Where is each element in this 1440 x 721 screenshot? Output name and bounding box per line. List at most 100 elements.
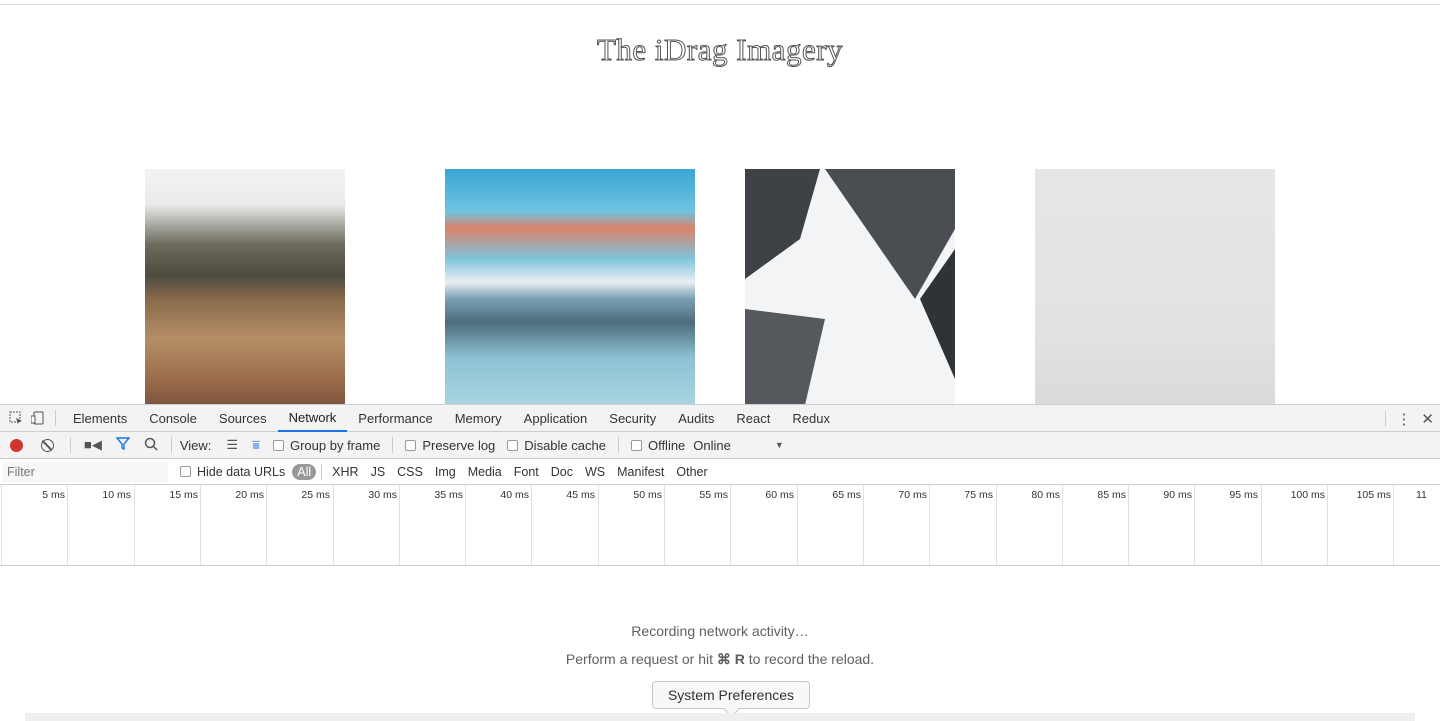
reload-hint: Perform a request or hit ⌘ R to record t… — [0, 651, 1440, 668]
tab-network[interactable]: Network — [277, 405, 348, 432]
timeline-tick-label: 65 ms — [832, 489, 861, 501]
timeline-tick-label: 60 ms — [765, 489, 794, 501]
timeline-tick-label: 70 ms — [898, 489, 927, 501]
timeline-tick-label: 45 ms — [566, 489, 595, 501]
clear-button[interactable] — [41, 438, 54, 452]
filter-icon[interactable] — [115, 437, 131, 453]
timeline-tick: 25 ms — [266, 485, 332, 565]
devtools-tabbar: Elements Console Sources Network Perform… — [0, 405, 1440, 432]
filter-type-other[interactable]: Other — [671, 465, 712, 479]
offline-label: Offline — [647, 437, 686, 453]
network-overview-timeline[interactable]: 5 ms 10 ms 15 ms 20 ms 25 ms 30 ms 35 ms 40 ms 4… — [0, 485, 1440, 566]
more-options-icon[interactable]: ⋮ — [1396, 410, 1411, 428]
reload-shortcut: ⌘ R — [716, 651, 745, 667]
system-preferences-tooltip[interactable]: System Preferences — [652, 681, 810, 709]
large-request-rows-icon[interactable]: ☰ — [226, 437, 238, 453]
reload-hint-post: to record the reload. — [744, 651, 875, 667]
timeline-tick: 80 ms — [996, 485, 1062, 565]
toolbar-separator — [170, 437, 172, 453]
timeline-tick: 95 ms — [1194, 485, 1260, 565]
photo-person-lake[interactable] — [445, 169, 695, 405]
timeline-tick-label: 10 ms — [102, 489, 131, 501]
timeline-tick: 11 — [1393, 485, 1440, 565]
timeline-tick: 65 ms — [797, 485, 863, 565]
tab-security[interactable]: Security — [598, 405, 667, 432]
disable-cache-label: Disable cache — [524, 437, 606, 453]
network-toolbar: ■◀ View: ☰ ⩸ Group by frame Preserve log… — [0, 432, 1440, 459]
timeline-tick: 70 ms — [863, 485, 929, 565]
timeline-tick-label: 105 ms — [1356, 489, 1391, 501]
filter-type-img[interactable]: Img — [430, 465, 461, 479]
timeline-tick: 45 ms — [531, 485, 597, 565]
tab-audits[interactable]: Audits — [667, 405, 725, 432]
capture-screenshots-icon[interactable]: ■◀ — [84, 437, 102, 453]
tab-separator — [1385, 410, 1387, 427]
timeline-tick-label: 11 — [1416, 489, 1427, 501]
timeline-tick-label: 90 ms — [1163, 489, 1192, 501]
timeline-tick: 90 ms — [1128, 485, 1194, 565]
tab-separator — [55, 410, 56, 426]
filter-type-doc[interactable]: Doc — [546, 465, 578, 479]
timeline-tick: 10 ms — [67, 485, 133, 565]
record-button[interactable] — [10, 438, 23, 452]
timeline-tick: 100 ms — [1261, 485, 1327, 565]
timeline-tick: 40 ms — [465, 485, 531, 565]
tab-performance[interactable]: Performance — [347, 405, 443, 432]
photo-skyscrapers[interactable] — [745, 169, 955, 405]
view-label: View: — [179, 437, 212, 453]
tab-application[interactable]: Application — [513, 405, 599, 432]
filter-separator — [321, 463, 323, 480]
filter-type-css[interactable]: CSS — [392, 465, 428, 479]
throttling-value: Online — [693, 437, 731, 453]
timeline-tick-label: 95 ms — [1229, 489, 1258, 501]
reload-hint-pre: Perform a request or hit — [565, 651, 717, 667]
filter-input[interactable] — [2, 461, 168, 482]
timeline-tick: 55 ms — [664, 485, 730, 565]
tab-sources[interactable]: Sources — [208, 405, 278, 432]
tab-elements[interactable]: Elements — [62, 405, 138, 432]
timeline-tick-label: 50 ms — [633, 489, 662, 501]
skyscrapers-illustration — [745, 169, 955, 405]
timeline-tick: 75 ms — [929, 485, 995, 565]
inspect-element-icon[interactable] — [5, 407, 27, 429]
close-icon[interactable]: ✕ — [1421, 410, 1434, 428]
tab-memory[interactable]: Memory — [444, 405, 513, 432]
timeline-tick-label: 20 ms — [235, 489, 264, 501]
recording-message: Recording network activity… — [631, 623, 809, 639]
hide-data-urls-checkbox[interactable]: Hide data URLs — [180, 465, 285, 479]
preserve-log-checkbox[interactable]: Preserve log — [405, 438, 495, 453]
filter-type-manifest[interactable]: Manifest — [612, 465, 669, 479]
disable-cache-checkbox[interactable]: Disable cache — [507, 438, 606, 453]
filter-type-ws[interactable]: WS — [580, 465, 610, 479]
offline-checkbox[interactable]: Offline — [630, 437, 686, 453]
filter-type-all[interactable]: All — [292, 463, 317, 480]
filter-type-xhr[interactable]: XHR — [327, 465, 363, 479]
timeline-tick: 60 ms — [730, 485, 796, 565]
tab-console[interactable]: Console — [138, 405, 208, 432]
timeline-tick-label: 40 ms — [500, 489, 529, 501]
filter-type-font[interactable]: Font — [509, 465, 544, 479]
timeline-tick: 35 ms — [399, 485, 465, 565]
overview-icon[interactable]: ⩸ — [252, 437, 260, 453]
throttling-select[interactable]: Online ▼ — [693, 438, 784, 453]
filter-type-js[interactable]: JS — [366, 465, 391, 479]
timeline-tick-label: 100 ms — [1290, 489, 1325, 501]
devtools-right-tools: ⋮ ✕ — [1385, 405, 1434, 432]
device-toolbar-icon[interactable] — [27, 407, 49, 429]
timeline-tick-label: 35 ms — [434, 489, 463, 501]
tab-redux[interactable]: Redux — [781, 405, 841, 432]
timeline-tick: 15 ms — [134, 485, 200, 565]
photo-laptop[interactable] — [1035, 169, 1275, 405]
dropdown-arrow-icon: ▼ — [774, 440, 784, 450]
timeline-tick: 30 ms — [333, 485, 399, 565]
timeline-tick-label: 80 ms — [1031, 489, 1060, 501]
search-icon[interactable] — [144, 437, 158, 454]
hide-data-urls-label: Hide data URLs — [197, 464, 286, 479]
photo-grass-field[interactable] — [145, 169, 345, 405]
toolbar-separator — [392, 437, 394, 453]
filter-type-media[interactable]: Media — [463, 465, 507, 479]
devtools-panel: Elements Console Sources Network Perform… — [0, 404, 1440, 721]
tab-react[interactable]: React — [725, 405, 781, 432]
timeline-tick-label: 55 ms — [699, 489, 728, 501]
group-by-frame-checkbox[interactable]: Group by frame — [272, 438, 380, 453]
